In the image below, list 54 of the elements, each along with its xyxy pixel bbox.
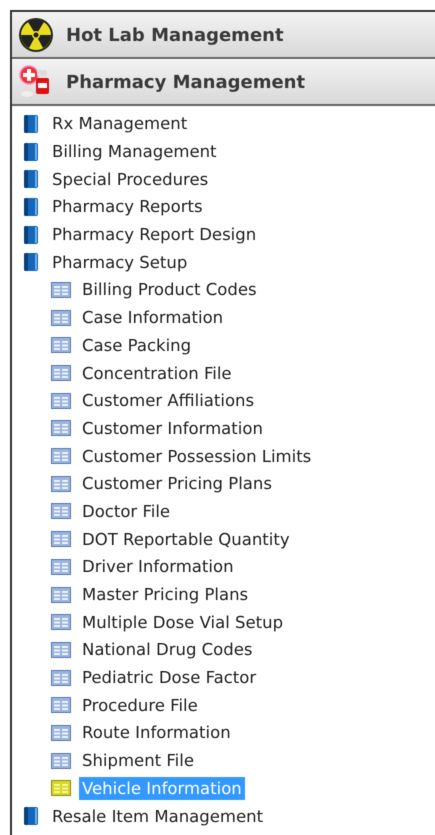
tree-item[interactable]: Master Pricing Plans <box>79 583 252 606</box>
tree-item[interactable]: Case Information <box>79 306 226 330</box>
tree-item[interactable]: Case Packing <box>79 334 194 357</box>
table-icon <box>51 337 71 354</box>
radiation-icon <box>18 17 54 53</box>
table-icon <box>51 642 71 658</box>
tree-item[interactable]: Resale Item Management <box>49 804 266 828</box>
tree-item[interactable]: Concentration File <box>79 362 235 385</box>
book-icon <box>24 142 38 161</box>
table-icon <box>51 724 71 741</box>
table-icon <box>51 365 71 382</box>
tree-item[interactable]: Pharmacy Reports <box>49 195 206 218</box>
book-icon <box>24 253 38 272</box>
tree-item[interactable]: Driver Information <box>79 555 237 578</box>
tree-item[interactable]: DOT Reportable Quantity <box>79 528 293 551</box>
tree-item[interactable]: Procedure File <box>79 694 201 717</box>
table-icon <box>51 614 71 630</box>
tree-item[interactable]: Billing Product Codes <box>79 278 260 302</box>
table-icon <box>51 310 71 326</box>
tree-item[interactable]: Multiple Dose Vial Setup <box>79 610 286 634</box>
table-icon <box>51 476 71 492</box>
table-icon <box>51 531 71 548</box>
tree-item[interactable]: Route Information <box>79 721 234 744</box>
tree-item[interactable]: Pharmacy Setup <box>49 250 190 274</box>
section-header[interactable]: Hot Lab Management <box>12 12 435 59</box>
table-icon <box>51 697 71 714</box>
book-icon <box>24 226 38 244</box>
table-icon <box>51 392 71 409</box>
tree-item[interactable]: Billing Management <box>49 140 220 164</box>
book-icon <box>24 807 38 826</box>
tree-item[interactable]: Special Procedures <box>49 168 212 191</box>
table-icon <box>51 780 71 796</box>
table-icon <box>51 448 71 464</box>
table-icon <box>51 558 71 575</box>
table-icon <box>51 503 71 520</box>
tree-item[interactable]: Rx Management <box>49 112 190 136</box>
tree-item[interactable]: Doctor File <box>79 500 174 523</box>
book-icon <box>24 170 38 188</box>
tree-item[interactable]: Customer Information <box>79 416 266 440</box>
table-icon <box>51 420 71 436</box>
tree-item[interactable]: Pediatric Dose Factor <box>79 666 260 690</box>
tree-item[interactable]: Customer Pricing Plans <box>79 472 275 496</box>
table-icon <box>51 752 71 769</box>
book-icon <box>24 198 38 216</box>
table-icon <box>51 282 71 298</box>
tree-item[interactable]: Customer Possession Limits <box>79 444 314 468</box>
tree-item[interactable]: Shipment File <box>79 749 197 772</box>
book-icon <box>24 114 38 133</box>
table-icon <box>51 670 71 686</box>
tree-item[interactable]: Customer Affiliations <box>79 389 258 412</box>
section-header[interactable]: Pharmacy Management <box>12 59 435 106</box>
table-icon <box>51 586 71 603</box>
tree-item[interactable]: Pharmacy Report Design <box>49 223 260 246</box>
tree-item[interactable]: National Drug Codes <box>79 638 256 662</box>
